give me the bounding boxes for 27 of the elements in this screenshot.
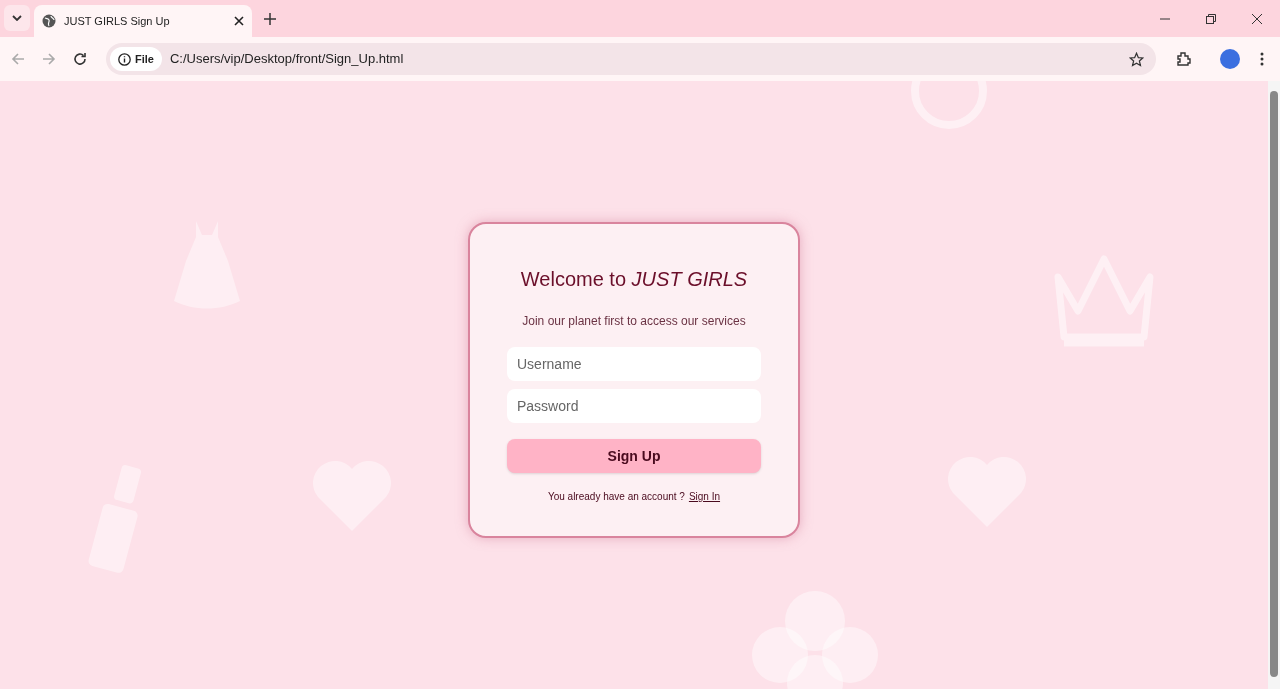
- tab-list-button[interactable]: [4, 5, 30, 31]
- reload-icon[interactable]: [73, 52, 87, 66]
- scrollbar-thumb[interactable]: [1270, 91, 1278, 677]
- sign-up-button[interactable]: Sign Up: [507, 439, 761, 473]
- star-icon[interactable]: [1129, 51, 1144, 67]
- address-bar[interactable]: File C:/Users/vip/Desktop/front/Sign_Up.html: [106, 43, 1156, 75]
- sign-in-link[interactable]: Sign In: [688, 489, 721, 504]
- close-icon[interactable]: [234, 16, 244, 26]
- close-window-icon[interactable]: [1252, 14, 1262, 24]
- subtitle-text: Join our planet first to access our services: [522, 313, 746, 330]
- globe-icon: [42, 14, 56, 28]
- menu-icon[interactable]: [1260, 52, 1264, 66]
- browser-tab[interactable]: JUST GIRLS Sign Up: [34, 5, 252, 37]
- restore-icon[interactable]: [1206, 14, 1216, 24]
- input-field[interactable]: Password: [507, 389, 761, 423]
- info-icon: [118, 52, 131, 66]
- new-tab-icon[interactable]: [264, 13, 276, 25]
- url-text: C:/Users/vip/Desktop/front/Sign_Up.html: [169, 50, 405, 69]
- chevron-down-icon: [12, 15, 22, 21]
- welcome-heading: Welcome to JUST GIRLS: [520, 267, 748, 292]
- site-info-button[interactable]: File: [110, 47, 162, 71]
- scrollbar[interactable]: [1268, 81, 1280, 689]
- profile-avatar[interactable]: [1220, 49, 1240, 69]
- tab-title: JUST GIRLS Sign Up: [64, 13, 171, 29]
- extensions-icon[interactable]: [1176, 51, 1192, 67]
- input-field[interactable]: Username: [507, 347, 761, 381]
- account-prompt: You already have an account ?: [547, 490, 685, 504]
